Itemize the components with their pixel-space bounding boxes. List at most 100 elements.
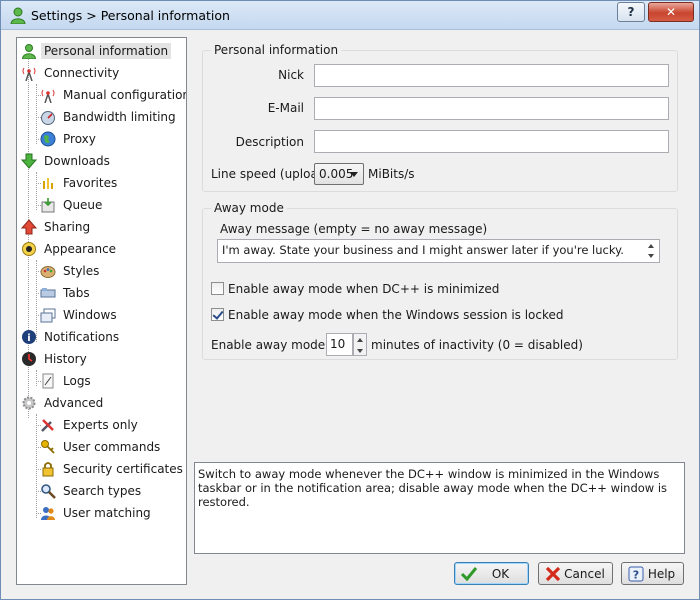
tree-item-label: Notifications <box>44 330 120 344</box>
magnifier-icon <box>41 484 56 499</box>
tree-item-label: Favorites <box>63 176 118 190</box>
tree-item-user-commands[interactable]: User commands <box>40 437 163 457</box>
tabs-icon <box>40 288 56 298</box>
tree-item-label: Sharing <box>44 220 91 234</box>
description-label: Description <box>235 135 304 149</box>
away-message-label: Away message (empty = no away message) <box>220 222 488 236</box>
email-input[interactable] <box>314 97 669 120</box>
palette-icon <box>40 266 56 278</box>
tree-item-logs[interactable]: Logs <box>40 371 94 391</box>
away-message-scrollbar[interactable] <box>644 240 659 262</box>
tree-item-favorites[interactable]: Favorites <box>40 173 120 193</box>
tree-item-label: Connectivity <box>44 66 120 80</box>
line-speed-value: 0.005 <box>319 167 354 181</box>
tree-item-search-types[interactable]: Search types <box>40 481 144 501</box>
antenna-config-icon <box>41 89 55 103</box>
away-after-stepper[interactable] <box>353 333 367 356</box>
user-icon <box>21 44 37 59</box>
key-icon <box>41 440 55 454</box>
away-locked-checkbox[interactable] <box>211 308 224 321</box>
tree-item-styles[interactable]: Styles <box>40 261 102 281</box>
cancel-label: Cancel <box>564 566 605 581</box>
users-icon <box>41 507 55 520</box>
tree-item-label: Downloads <box>44 154 110 168</box>
settings-window: Settings > Personal information ? ✕ Pers… <box>0 0 700 600</box>
settings-tree[interactable]: Personal information Connectivity Manual c… <box>16 37 187 585</box>
scroll-down-icon <box>648 254 654 258</box>
tree-item-experts-only[interactable]: Experts only <box>40 415 141 435</box>
window-title: Settings > Personal information <box>31 8 230 23</box>
stepper-up-icon <box>357 337 363 342</box>
tree-item-label: Experts only <box>63 418 138 432</box>
help-label: Help <box>647 566 676 581</box>
tree-item-label: Appearance <box>44 242 117 256</box>
tree-item-label: Advanced <box>44 396 104 410</box>
tree-item-label: Proxy <box>63 132 96 146</box>
favorites-icon <box>43 178 53 189</box>
tree-item-proxy[interactable]: Proxy <box>40 129 99 149</box>
personal-info-group-label: Personal information <box>211 43 342 57</box>
notification-icon: i <box>22 330 36 344</box>
tree-item-label: Styles <box>63 264 100 278</box>
tools-icon <box>41 419 54 432</box>
title-bar: Settings > Personal information ? ✕ <box>1 1 699 30</box>
tree-item-notifications[interactable]: i Notifications <box>21 327 122 347</box>
tree-item-personal-information[interactable]: Personal information <box>21 41 172 61</box>
user-icon <box>10 7 26 24</box>
tree-item-user-matching[interactable]: User matching <box>40 503 154 523</box>
nick-label: Nick <box>278 68 304 82</box>
away-after-suffix: minutes of inactivity (0 = disabled) <box>371 338 583 352</box>
cancel-button[interactable]: Cancel <box>538 562 613 585</box>
tree-item-bandwidth-limiting[interactable]: Bandwidth limiting <box>40 107 179 127</box>
description-input[interactable] <box>314 130 669 153</box>
tree-item-label: User matching <box>63 506 151 520</box>
away-after-input[interactable]: 10 <box>326 333 353 356</box>
queue-icon <box>41 198 55 213</box>
chevron-down-icon <box>350 172 358 177</box>
windows-icon <box>40 308 56 323</box>
away-minimized-checkbox[interactable] <box>211 282 224 295</box>
tree-item-advanced[interactable]: Advanced <box>21 393 106 413</box>
line-speed-select[interactable]: 0.005 <box>314 163 364 185</box>
titlebar-help-button[interactable]: ? <box>617 2 645 22</box>
tree-item-sharing[interactable]: Sharing <box>21 217 93 237</box>
line-speed-unit: MiBits/s <box>368 167 415 181</box>
lock-icon <box>42 462 54 477</box>
line-speed-label: Line speed (upload) <box>211 167 331 181</box>
tree-item-tabs[interactable]: Tabs <box>40 283 93 303</box>
tree-item-security-certificates[interactable]: Security certificates <box>40 459 186 479</box>
tree-item-appearance[interactable]: Appearance <box>21 239 119 259</box>
tree-item-label: History <box>44 352 87 366</box>
upload-arrow-icon <box>21 219 37 235</box>
tree-item-label: User commands <box>63 440 161 454</box>
away-message-input[interactable]: I'm away. State your business and I migh… <box>217 239 660 263</box>
tree-item-label: Personal information <box>41 43 172 59</box>
tree-item-label: Windows <box>63 308 117 322</box>
ok-button[interactable]: OK <box>454 562 529 585</box>
tree-item-history[interactable]: History <box>21 349 90 369</box>
tree-item-label: Search types <box>63 484 142 498</box>
tree-item-downloads[interactable]: Downloads <box>21 151 113 171</box>
email-label: E-Mail <box>267 101 304 115</box>
tree-item-manual-configuration[interactable]: Manual configuration <box>40 85 186 105</box>
help-button[interactable]: ? Help <box>621 562 684 585</box>
ok-label: OK <box>491 566 510 581</box>
away-after-value: 10 <box>330 337 346 351</box>
tree-item-queue[interactable]: Queue <box>40 195 105 215</box>
away-minimized-label[interactable]: Enable away mode when DC++ is minimized <box>228 282 499 296</box>
away-message-value: I'm away. State your business and I migh… <box>222 243 624 257</box>
download-arrow-icon <box>21 153 37 169</box>
away-mode-group-label: Away mode <box>211 201 287 215</box>
eye-icon <box>22 242 36 256</box>
away-locked-label[interactable]: Enable away mode when the Windows sessio… <box>228 308 564 322</box>
option-description: Switch to away mode whenever the DC++ wi… <box>194 462 685 554</box>
log-icon <box>42 373 54 389</box>
close-button[interactable]: ✕ <box>648 2 694 22</box>
tree-item-windows[interactable]: Windows <box>40 305 120 325</box>
clock-icon <box>22 352 36 366</box>
tree-item-label: Bandwidth limiting <box>63 110 176 124</box>
antenna-icon <box>22 67 36 81</box>
stepper-down-icon <box>357 348 363 353</box>
nick-input[interactable] <box>314 64 669 87</box>
tree-item-connectivity[interactable]: Connectivity <box>21 63 122 83</box>
